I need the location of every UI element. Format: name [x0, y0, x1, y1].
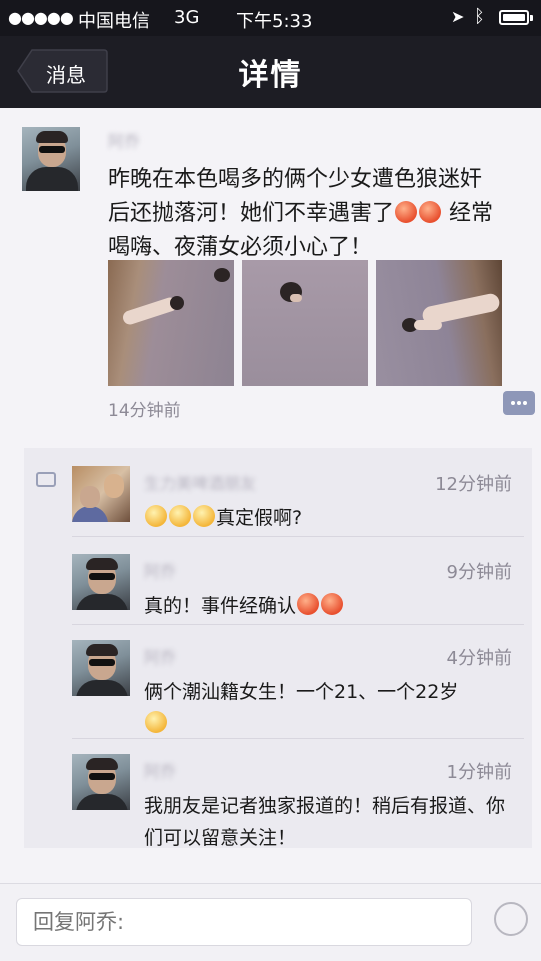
battery-icon — [499, 10, 529, 25]
clock: 下午5:33 — [236, 11, 313, 32]
angry-emoji-icon — [297, 593, 320, 615]
comment-bubble-icon — [36, 472, 56, 487]
sweat-emoji-icon — [145, 711, 167, 733]
comment-text: 我朋友是记者独家报道的！稍后有报道、你们可以留意关注！ — [144, 795, 506, 849]
comment-timestamp: 12分钟前 — [435, 474, 512, 495]
tearful-emoji-icon — [395, 201, 418, 223]
post-author-avatar[interactable] — [22, 127, 80, 191]
comment-timestamp: 9分钟前 — [446, 562, 512, 583]
comment-divider — [72, 536, 524, 537]
navigation-bar: 消息 详情 — [0, 36, 541, 108]
laughing-emoji-icon — [193, 505, 215, 527]
battery-tip — [530, 15, 533, 21]
post-text: 昨晚在本色喝多的俩个少女遭色狼迷奸 后还抛落河！她们不幸遇害了 经常 喝嗨、夜蒲… — [108, 167, 494, 260]
comment-list: 生力美啤酒朋友 12分钟前 真定假啊? 阿乔 9分钟前 真的！事件经确认 阿乔 … — [24, 448, 532, 849]
commenter-avatar[interactable] — [72, 466, 130, 522]
commenter-name[interactable]: 生力美啤酒朋友 — [144, 470, 256, 494]
commenter-avatar[interactable] — [72, 754, 130, 810]
comment-text: 真定假啊? — [144, 502, 514, 534]
post-detail: 阿乔 昨晚在本色喝多的俩个少女遭色狼迷奸 后还抛落河！她们不幸遇害了 经常 喝嗨… — [0, 108, 541, 883]
post-photo[interactable] — [108, 260, 234, 386]
commenter-avatar[interactable] — [72, 640, 130, 696]
comment-timestamp: 1分钟前 — [446, 762, 512, 783]
comment-text: 俩个潮汕籍女生！一个21、一个22岁 — [144, 676, 514, 740]
post-photos — [108, 260, 504, 386]
post-author-name[interactable]: 阿乔 — [108, 128, 140, 152]
commenter-name[interactable]: 阿乔 — [144, 644, 176, 668]
laughing-emoji-icon — [169, 505, 191, 527]
laughing-emoji-icon — [145, 505, 167, 527]
page-title: 详情 — [238, 58, 303, 93]
post-timestamp: 14分钟前 — [108, 401, 181, 421]
post-photo[interactable] — [376, 260, 502, 386]
signal-strength-icon: ●●●●● — [8, 8, 74, 27]
network-type: 3G — [174, 7, 200, 28]
angry-emoji-icon — [321, 593, 344, 615]
comment-text: 真的！事件经确认 — [144, 590, 514, 622]
commenter-name[interactable]: 阿乔 — [144, 558, 176, 582]
carrier-name: 中国电信 — [78, 11, 150, 32]
post-photo[interactable] — [242, 260, 368, 386]
comment-divider — [72, 624, 524, 625]
comment-more-button[interactable] — [503, 391, 535, 415]
commenter-avatar[interactable] — [72, 554, 130, 610]
status-bar: ●●●●● 中国电信 3G 下午5:33 ➤ ᛒ — [0, 0, 541, 36]
reply-input[interactable] — [16, 898, 472, 946]
tearful-emoji-icon — [419, 201, 442, 223]
reply-bar — [0, 883, 541, 961]
comment-divider — [72, 738, 524, 739]
location-arrow-icon: ➤ — [451, 7, 465, 26]
bluetooth-icon: ᛒ — [474, 6, 485, 27]
emoji-picker-button[interactable] — [494, 902, 528, 936]
commenter-name[interactable]: 阿乔 — [144, 758, 176, 782]
comment-timestamp: 4分钟前 — [446, 648, 512, 669]
